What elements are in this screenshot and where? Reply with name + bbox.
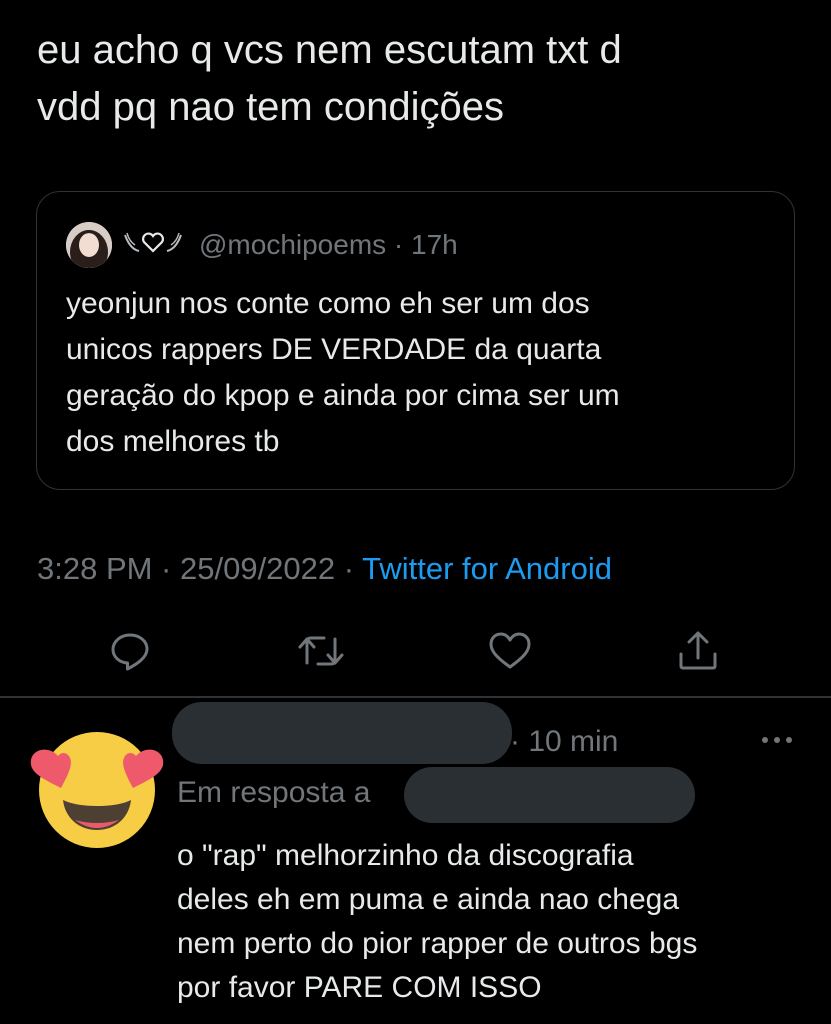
tweet-text: eu acho q vcs nem escutam txt d vdd pq n… — [37, 28, 622, 129]
heart-eyes-emoji-icon — [30, 732, 164, 848]
like-button[interactable] — [485, 626, 535, 676]
tweet-timestamp[interactable]: 3:28 PM · 25/09/2022 · — [37, 551, 362, 586]
share-icon — [679, 631, 717, 670]
retweet-icon — [298, 636, 344, 666]
more-icon — [762, 737, 792, 743]
share-button[interactable] — [673, 626, 723, 676]
quoted-tweet-text: yeonjun nos conte como eh ser um dos uni… — [66, 287, 620, 458]
more-options-button[interactable] — [757, 728, 797, 752]
divider — [0, 696, 831, 698]
reply-button[interactable] — [105, 626, 155, 676]
tweet-action-bar — [0, 626, 831, 676]
reply-time[interactable]: · 10 min — [510, 722, 618, 762]
quoted-handle-time[interactable]: @mochipoems · 17h — [199, 229, 458, 261]
redacted-reply-to-handle — [404, 767, 695, 823]
tweet-meta: 3:28 PM · 25/09/2022 · Twitter for Andro… — [37, 549, 612, 589]
reply-text: o "rap" melhorzinho da discografia deles… — [177, 839, 698, 1004]
retweet-button[interactable] — [296, 626, 346, 676]
reply-author-avatar[interactable] — [25, 712, 169, 856]
redacted-username — [172, 702, 512, 764]
tweet-source-link[interactable]: Twitter for Android — [362, 551, 612, 586]
like-icon — [489, 632, 531, 669]
heart-wings-icon — [121, 229, 185, 262]
reply-to-label: Em resposta a — [177, 776, 371, 809]
quoted-author-avatar[interactable] — [66, 222, 112, 268]
reply-icon — [111, 633, 149, 671]
quoted-tweet-card[interactable]: @mochipoems · 17h yeonjun nos conte como… — [36, 191, 795, 490]
quoted-tweet-header: @mochipoems · 17h — [121, 225, 458, 265]
